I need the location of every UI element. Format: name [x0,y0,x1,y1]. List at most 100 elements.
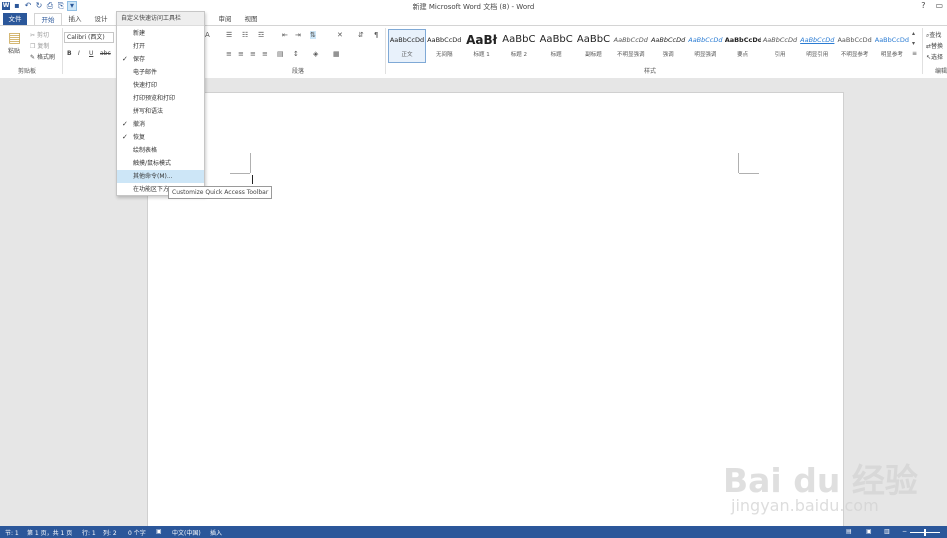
status-section[interactable]: 节: 1 [5,528,19,537]
select-button[interactable]: ↖选择 [926,52,943,61]
status-line[interactable]: 行: 1 [82,528,96,537]
sort-icon[interactable]: ⇵ [358,31,364,39]
menu-item[interactable]: 电子邮件 [117,66,204,79]
distributed-icon[interactable]: ▤ [277,50,284,58]
status-column[interactable]: 列: 2 [103,528,117,537]
decrease-indent-icon[interactable]: ⇤ [282,31,288,39]
gallery-down-icon[interactable]: ▾ [912,40,915,47]
italic-button[interactable]: I [78,50,80,57]
style-item[interactable]: AaBbC 标题 [538,30,574,62]
copy-icon: ❐ [30,43,36,50]
style-item[interactable]: AaBł 标题 1 [464,30,500,62]
line-spacing-icon[interactable]: ↕ [293,50,299,58]
style-preview: AaBbCcDd [688,36,723,44]
style-item[interactable]: AaBbCcDd 明显强调 [687,30,723,62]
menu-item[interactable]: 其他命令(M)... [117,170,204,183]
zoom-slider-thumb[interactable] [924,529,926,536]
style-name: 正文 [401,52,413,58]
font-name-box[interactable]: Calibri (西文) [64,32,114,43]
style-name: 明显强调 [694,52,717,58]
format-painter-button[interactable]: ✎ 格式刷 [30,52,55,61]
style-item[interactable]: AaBbCcDd 强调 [650,30,686,62]
bold-button[interactable]: B [67,50,72,57]
shading-icon[interactable]: ◈ [313,50,318,58]
ribbon-display-options-button[interactable]: ▭ [935,1,943,10]
menu-item-label: 恢复 [133,134,146,141]
zoom-out-icon[interactable]: − [902,528,907,535]
style-name: 标题 2 [510,52,528,58]
menu-item[interactable]: 打开 [117,40,204,53]
read-mode-icon[interactable]: ▤ [846,528,852,535]
chinese-layout-icon[interactable]: ⇅ [310,31,316,39]
show-marks-icon[interactable]: ¶ [374,31,378,39]
tab-view[interactable]: 视图 [240,13,262,25]
help-button[interactable]: ? [921,1,925,10]
style-item[interactable]: AaBbCcDd 引用 [762,30,798,62]
multilevel-list-icon[interactable]: ☲ [258,31,264,39]
style-preview: AaBbCcDd [762,36,798,44]
tab-review[interactable]: 审阅 [214,13,236,25]
style-item[interactable]: AaBbCcDd 明显引用 [799,30,835,62]
style-preview: AaBbC [502,34,536,45]
borders-icon[interactable]: ▦ [333,50,340,58]
print-layout-icon[interactable]: ▣ [866,528,872,535]
menu-item-label: 撤消 [133,121,146,128]
style-item[interactable]: AaBbCcDd 不明显强调 [613,30,649,62]
align-right-icon[interactable]: ≡ [250,50,256,58]
find-button[interactable]: ⌕查找 [926,30,941,40]
status-page[interactable]: 第 1 页，共 1 页 [27,528,72,537]
style-preview: AaBbCcDd [427,36,462,44]
tab-insert[interactable]: 插入 [64,13,86,25]
menu-item[interactable]: 拼写和语法 [117,105,204,118]
menu-item-label: 打开 [133,43,146,50]
copy-button[interactable]: ❐ 复制 [30,41,49,50]
style-item[interactable]: AaBbCcDd 无间隔 [426,30,462,62]
customize-qat-menu: 自定义快速访问工具栏 新建 打开 ✓ 保存 电子邮件 快速打印 打印预览和打印 拼写和语法 ✓ 撤… [116,11,205,196]
justify-icon[interactable]: ≡ [262,50,268,58]
increase-indent-icon[interactable]: ⇥ [295,31,301,39]
status-mode[interactable]: 插入 [210,528,222,537]
web-layout-icon[interactable]: ▥ [884,528,890,535]
style-item[interactable]: AaBbCcDd 正文 [388,29,426,63]
style-name: 明显引用 [806,52,829,58]
font-dialog-icon[interactable]: A [205,31,210,39]
tab-design[interactable]: 设计 [90,13,112,25]
style-item[interactable]: AaBbC 副标题 [576,30,612,62]
menu-item-label: 打印预览和打印 [133,95,176,102]
align-center-icon[interactable]: ≡ [238,50,244,58]
menu-item[interactable]: ✓ 撤消 [117,118,204,131]
cut-button[interactable]: ✂ 剪切 [30,30,49,39]
paste-button[interactable]: 粘贴 [8,46,20,55]
copy-label: 复制 [37,43,50,50]
menu-item[interactable]: 打印预览和打印 [117,92,204,105]
brush-icon: ✎ [30,54,36,61]
status-language[interactable]: 中文(中国) [172,528,201,537]
menu-item[interactable]: 快速打印 [117,79,204,92]
replace-button[interactable]: ⇄替换 [926,41,943,50]
style-preview: AaBbCcDd [613,36,648,44]
proofing-icon[interactable]: ▣ [156,528,162,535]
style-item[interactable]: AaBbCcDd 明显参考 [874,30,910,62]
numbering-icon[interactable]: ☷ [242,31,248,39]
tab-file[interactable]: 文件 [3,13,27,25]
bullets-icon[interactable]: ☰ [226,31,232,39]
status-words[interactable]: 0 个字 [128,528,146,537]
style-name: 不明显参考 [840,52,869,58]
align-left-icon[interactable]: ≡ [226,50,232,58]
style-name: 副标题 [585,52,602,58]
menu-item[interactable]: 触摸/鼠标模式 [117,157,204,170]
underline-button[interactable]: U [89,50,93,57]
paste-icon[interactable]: ▤ [8,30,21,46]
strikethrough-button[interactable]: abc [100,50,111,57]
menu-item[interactable]: 新建 [117,27,204,40]
style-item[interactable]: AaBbCcDd 要点 [725,30,761,62]
style-item[interactable]: AaBbCcDd 不明显参考 [837,30,873,62]
asian-layout-icon[interactable]: ✕ [337,31,343,39]
menu-item[interactable]: ✓ 恢复 [117,131,204,144]
gallery-more-icon[interactable]: ≡ [912,50,917,57]
gallery-up-icon[interactable]: ▴ [912,30,915,37]
menu-item[interactable]: 绘制表格 [117,144,204,157]
menu-item[interactable]: ✓ 保存 [117,53,204,66]
style-item[interactable]: AaBbC 标题 2 [501,30,537,62]
watermark-title: Bai du 经验 [723,461,918,500]
